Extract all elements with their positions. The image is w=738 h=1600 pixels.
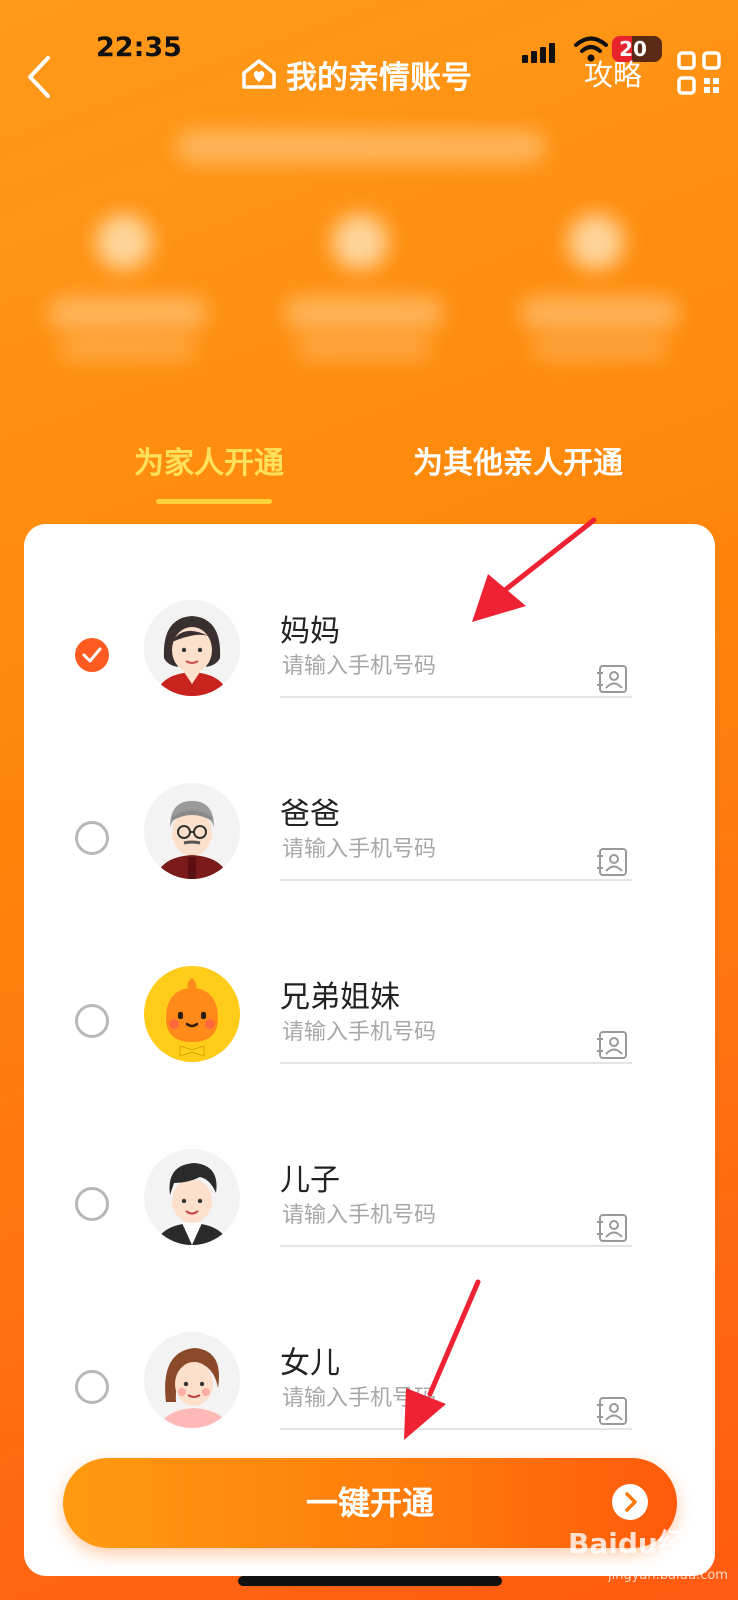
contact-book-icon[interactable] (596, 1030, 630, 1060)
sibling-mascot-avatar (144, 966, 240, 1062)
input-underline (280, 696, 632, 698)
qr-code-icon[interactable] (676, 50, 722, 96)
blurred-feature-label (296, 338, 432, 360)
radio-siblings[interactable] (75, 1004, 109, 1038)
blurred-feature-label (532, 338, 668, 360)
blurred-feature-label (284, 296, 444, 330)
contact-book-icon[interactable] (596, 1396, 630, 1426)
member-name: 女儿 (280, 1346, 340, 1381)
phone-input-mother[interactable] (282, 654, 582, 679)
member-row-mother: 妈妈 (24, 600, 715, 784)
page-title: 我的亲情账号 (240, 52, 472, 96)
check-icon (82, 647, 102, 663)
blurred-feature-label (60, 338, 196, 360)
phone-input-son[interactable] (282, 1203, 582, 1228)
member-name: 妈妈 (280, 614, 340, 649)
contact-book-icon[interactable] (596, 664, 630, 694)
strategy-link[interactable]: 攻略 (584, 52, 642, 94)
blurred-feature-label (520, 296, 680, 330)
member-name: 兄弟姐妹 (280, 980, 400, 1015)
phone-input-daughter[interactable] (282, 1386, 582, 1411)
family-home-icon (242, 59, 276, 89)
blurred-feature-icon (568, 214, 624, 270)
tab-other-relatives[interactable]: 为其他亲人开通 (413, 438, 623, 482)
input-underline (280, 1245, 632, 1247)
tab-family[interactable]: 为家人开通 (134, 438, 284, 482)
member-list-card: 妈妈 爸爸 (24, 524, 715, 1576)
contact-book-icon[interactable] (596, 1213, 630, 1243)
title-text: 我的亲情账号 (286, 59, 472, 96)
chevron-right-icon[interactable] (612, 1484, 648, 1520)
blurred-feature-icon (96, 214, 152, 270)
input-underline (280, 1428, 632, 1430)
cellular-signal-icon (522, 41, 562, 63)
baidu-watermark: Baidu经验 (568, 1527, 714, 1560)
member-row-siblings: 兄弟姐妹 (24, 966, 715, 1150)
radio-son[interactable] (75, 1187, 109, 1221)
blurred-banner-text (176, 130, 546, 164)
blurred-feature-icon (332, 214, 388, 270)
status-time: 22:35 (96, 32, 182, 63)
input-underline (280, 879, 632, 881)
baidu-watermark-url: jingyan.baidu.com (608, 1568, 728, 1583)
mother-avatar (144, 600, 240, 696)
member-name: 儿子 (280, 1163, 340, 1198)
phone-input-father[interactable] (282, 837, 582, 862)
radio-mother[interactable] (75, 638, 109, 672)
member-row-son: 儿子 (24, 1149, 715, 1333)
member-name: 爸爸 (280, 797, 340, 832)
radio-father[interactable] (75, 821, 109, 855)
blurred-feature-label (48, 296, 208, 330)
back-arrow-icon[interactable] (20, 52, 60, 102)
active-tab-indicator (156, 499, 272, 504)
son-avatar (144, 1149, 240, 1245)
input-underline (280, 1062, 632, 1064)
home-indicator (238, 1576, 502, 1586)
radio-daughter[interactable] (75, 1370, 109, 1404)
contact-book-icon[interactable] (596, 847, 630, 877)
daughter-avatar (144, 1332, 240, 1428)
phone-input-siblings[interactable] (282, 1020, 582, 1045)
father-avatar (144, 783, 240, 879)
member-row-father: 爸爸 (24, 783, 715, 967)
